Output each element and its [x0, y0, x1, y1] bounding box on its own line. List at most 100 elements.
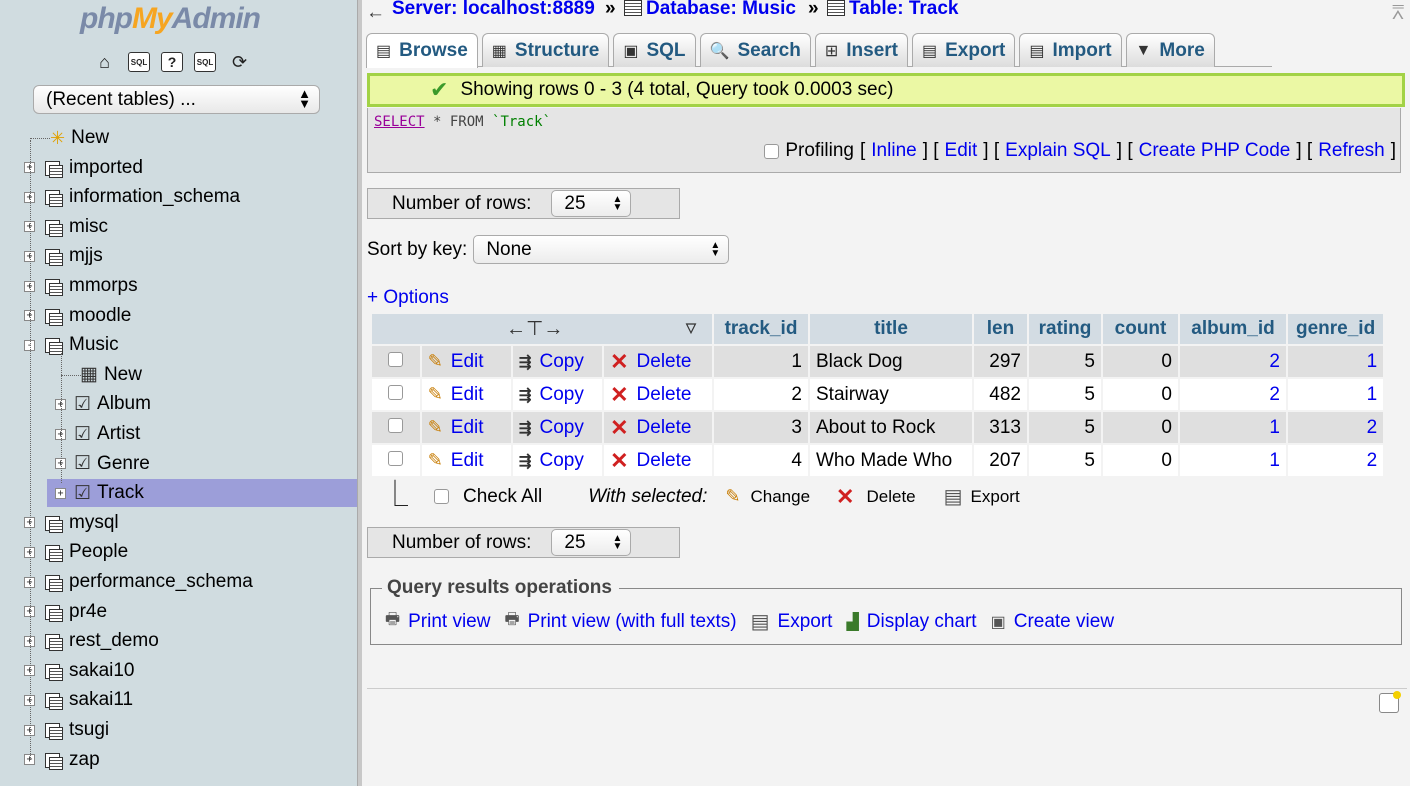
cell-genre_id[interactable]: 2 — [1288, 412, 1384, 443]
cell-album_id[interactable]: 1 — [1180, 412, 1286, 443]
tree-item-new[interactable]: ✳ New — [50, 124, 109, 152]
tree-item-mmorps[interactable]: + mmorps — [24, 272, 138, 300]
help-icon[interactable]: ? — [161, 52, 183, 72]
column-header-rating[interactable]: rating — [1029, 314, 1101, 344]
create-view-link[interactable]: ▣ Create view — [991, 611, 1114, 633]
tab-import[interactable]: ▤ Import — [1019, 33, 1122, 67]
back-arrow-icon[interactable]: ← — [366, 2, 385, 24]
tree-item-performance_schema[interactable]: + performance_schema — [24, 568, 253, 596]
tree-item-zap[interactable]: + zap — [24, 746, 100, 774]
tree-item-sakai10[interactable]: + sakai10 — [24, 657, 135, 685]
sql-icon[interactable]: SQL — [128, 52, 150, 72]
breadcrumb-database[interactable]: Database: Music — [624, 0, 796, 20]
row-checkbox[interactable] — [388, 417, 404, 433]
column-header-album_id[interactable]: album_id — [1180, 314, 1286, 344]
tab-more[interactable]: ▼ More — [1125, 33, 1215, 67]
tree-item-mjjs[interactable]: + mjjs — [24, 242, 103, 270]
cell-album_id[interactable]: 2 — [1180, 346, 1286, 377]
column-header-genre_id[interactable]: genre_id — [1288, 314, 1384, 344]
cell-genre_id[interactable]: 1 — [1288, 346, 1384, 377]
delete-selected-button[interactable]: Delete — [866, 487, 915, 507]
cell-album_id[interactable]: 2 — [1180, 379, 1286, 410]
explain-sql-link[interactable]: Explain SQL — [1005, 140, 1111, 162]
tree-item-misc[interactable]: + misc — [24, 213, 108, 241]
column-menu-chevron-icon[interactable]: ▽ — [686, 320, 696, 336]
reload-icon[interactable]: ⟳ — [227, 50, 252, 75]
inline-link[interactable]: Inline — [871, 140, 916, 162]
tree-item-moodle[interactable]: + moodle — [24, 302, 131, 330]
column-header-len[interactable]: len — [974, 314, 1027, 344]
delete-icon[interactable]: ✕ — [836, 484, 854, 510]
row-copy-button[interactable]: ⇶ Copy — [519, 351, 596, 373]
tab-browse[interactable]: ▤ Browse — [366, 33, 478, 68]
check-all-label[interactable]: Check All — [463, 486, 542, 508]
tab-structure[interactable]: ▦ Structure — [481, 33, 610, 67]
row-edit-button[interactable]: ✎ Edit — [428, 384, 505, 406]
cell-genre_id[interactable]: 1 — [1288, 379, 1384, 410]
tree-item-table-track[interactable]: + ☑ Track — [47, 479, 357, 508]
expand-icon[interactable]: + — [55, 487, 66, 499]
cell-album_id[interactable]: 1 — [1180, 445, 1286, 476]
row-copy-button[interactable]: ⇶ Copy — [519, 417, 596, 439]
tree-item-table-album[interactable]: + ☑ Album — [55, 390, 151, 418]
row-checkbox[interactable] — [388, 450, 404, 466]
print-view-link[interactable]: 🖶 Print view — [385, 608, 490, 635]
export-icon[interactable]: ▤ — [944, 484, 963, 509]
sort-by-key-select[interactable]: None ▲ ▼ — [473, 235, 730, 264]
collapse-icon[interactable]: ⩞ — [1392, 2, 1404, 25]
options-link[interactable]: + Options — [367, 287, 449, 309]
row-copy-button[interactable]: ⇶ Copy — [519, 450, 596, 472]
tab-search[interactable]: 🔍 Search — [699, 33, 811, 67]
tree-item-rest_demo[interactable]: + rest_demo — [24, 627, 159, 655]
profiling-checkbox[interactable] — [764, 143, 780, 159]
phpmyadmin-logo[interactable]: phpMyAdmin — [80, 2, 261, 36]
tree-item-sakai11[interactable]: + sakai11 — [24, 686, 133, 714]
docs-icon[interactable]: SQL — [194, 52, 216, 72]
console-icon[interactable] — [1379, 691, 1401, 713]
breadcrumb-server[interactable]: Server: localhost:8889 — [392, 0, 595, 20]
tree-item-imported[interactable]: + imported — [24, 154, 143, 182]
tree-item-information_schema[interactable]: + information_schema — [24, 183, 240, 211]
row-edit-button[interactable]: ✎ Edit — [428, 351, 505, 373]
check-all-checkbox[interactable] — [434, 489, 450, 504]
column-header-track_id[interactable]: track_id — [714, 314, 808, 344]
row-delete-button[interactable]: ✕ Delete — [610, 349, 706, 375]
create-php-code-link[interactable]: Create PHP Code — [1139, 140, 1291, 162]
number-of-rows-select-bottom[interactable]: 25 ▲ ▼ — [551, 529, 632, 556]
number-of-rows-select[interactable]: 25 ▲ ▼ — [551, 190, 632, 217]
row-delete-button[interactable]: ✕ Delete — [610, 415, 706, 441]
row-copy-button[interactable]: ⇶ Copy — [519, 384, 596, 406]
print-view-full-link[interactable]: 🖶 Print view (with full texts) — [504, 608, 736, 635]
tree-item-people[interactable]: + People — [24, 538, 128, 566]
sql-keyword[interactable]: SELECT — [374, 114, 425, 130]
refresh-link[interactable]: Refresh — [1318, 140, 1385, 162]
column-toggle-arrows-icon[interactable]: ←⊤→ — [506, 316, 563, 341]
export-results-link[interactable]: ▤ Export — [751, 609, 833, 634]
column-header-count[interactable]: count — [1103, 314, 1178, 344]
recent-tables-select[interactable]: (Recent tables) ... ▲ ▼ — [33, 85, 320, 114]
tab-export[interactable]: ▤ Export — [912, 33, 1016, 67]
tree-item-table-artist[interactable]: + ☑ Artist — [55, 420, 140, 448]
row-delete-button[interactable]: ✕ Delete — [610, 382, 706, 408]
change-selected-button[interactable]: Change — [750, 487, 810, 507]
row-delete-button[interactable]: ✕ Delete — [610, 448, 706, 474]
display-chart-link[interactable]: ▟ Display chart — [846, 611, 976, 633]
tab-sql[interactable]: ▣ SQL — [613, 33, 696, 67]
row-checkbox[interactable] — [388, 351, 404, 367]
tree-item-tsugi[interactable]: + tsugi — [24, 716, 109, 744]
tree-item-mysql[interactable]: + mysql — [24, 509, 119, 537]
row-edit-button[interactable]: ✎ Edit — [428, 450, 505, 472]
row-checkbox[interactable] — [388, 384, 404, 400]
column-header-title[interactable]: title — [810, 314, 972, 344]
tab-insert[interactable]: ⊞ Insert — [814, 33, 908, 67]
cell-genre_id[interactable]: 2 — [1288, 445, 1384, 476]
tree-item-music-new[interactable]: ▦ New — [80, 361, 142, 389]
change-icon[interactable]: ✎ — [725, 486, 740, 507]
row-edit-button[interactable]: ✎ Edit — [428, 417, 505, 439]
home-icon[interactable]: ⌂ — [92, 50, 117, 75]
breadcrumb-table[interactable]: Table: Track — [827, 0, 958, 20]
export-selected-button[interactable]: Export — [971, 487, 1020, 507]
edit-query-link[interactable]: Edit — [945, 140, 978, 162]
tree-item-table-genre[interactable]: + ☑ Genre — [55, 450, 150, 478]
tree-item-music[interactable]: - Music — [24, 331, 119, 359]
